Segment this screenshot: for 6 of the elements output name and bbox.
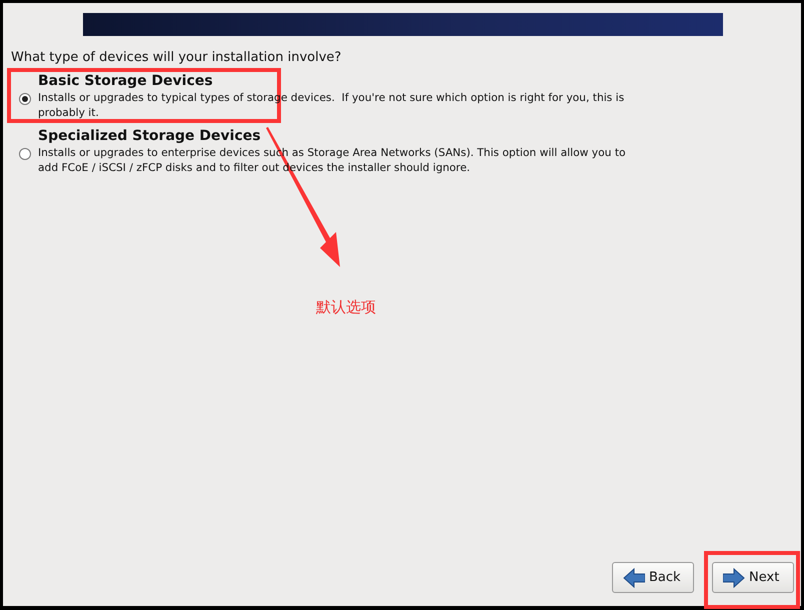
option-title: Specialized Storage Devices	[38, 128, 262, 144]
option-title: Basic Storage Devices	[38, 73, 214, 89]
question-text: What type of devices will your installation involve?	[11, 50, 342, 65]
annotation-label: 默认选项	[316, 298, 376, 317]
next-button[interactable]: Next	[712, 562, 794, 593]
back-button[interactable]: Back	[612, 562, 694, 593]
